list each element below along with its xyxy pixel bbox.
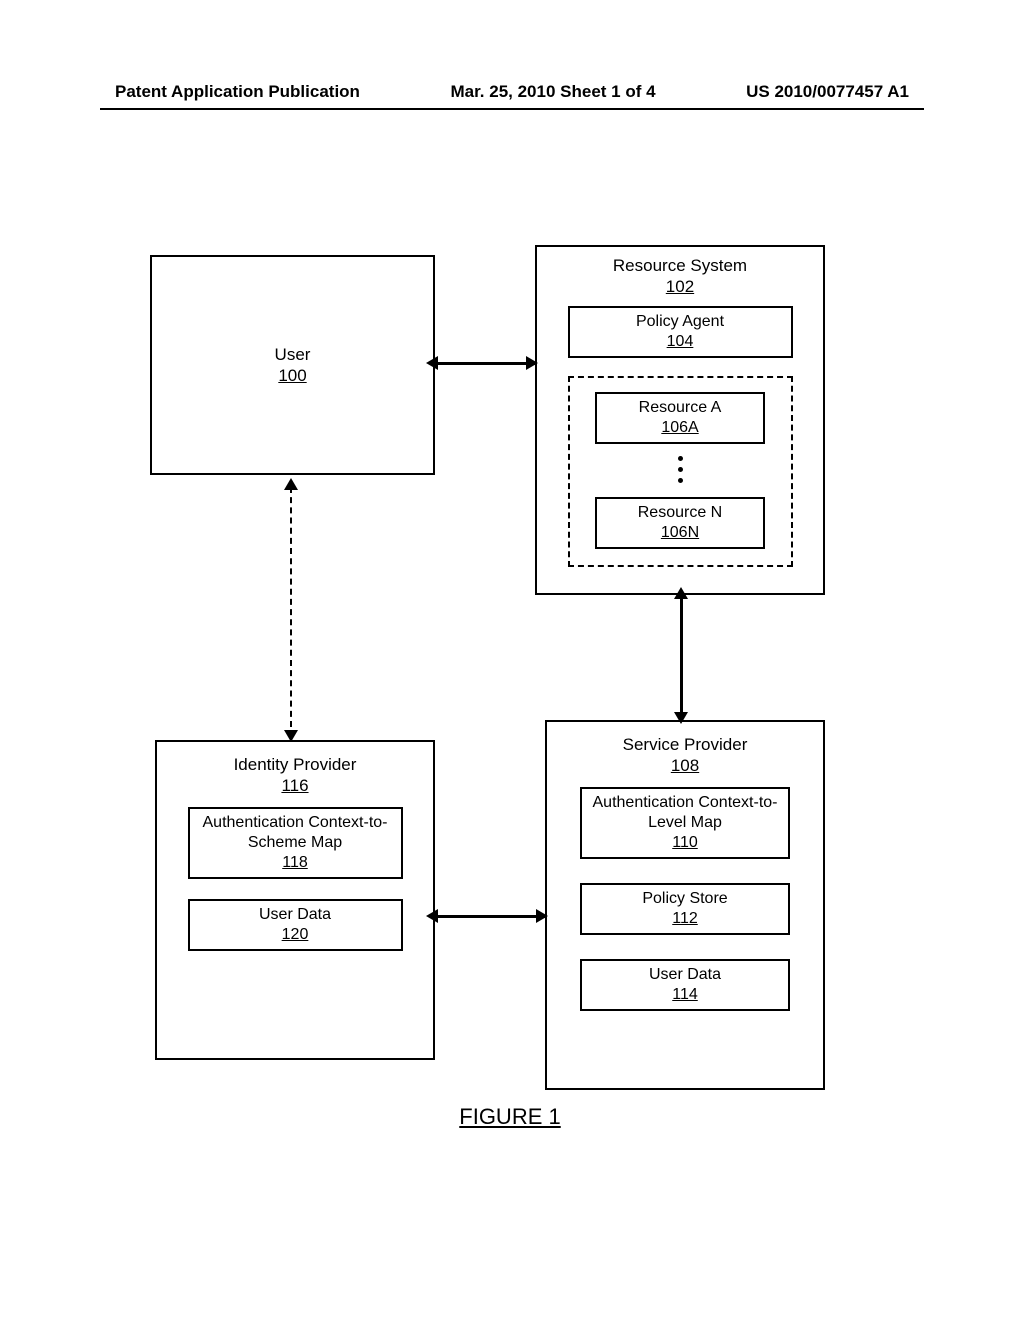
header-center: Mar. 25, 2010 Sheet 1 of 4 [451,82,656,102]
page-header: Patent Application Publication Mar. 25, … [0,82,1024,108]
diagram: User 100 Resource System 102 Policy Agen… [150,240,870,1120]
idp-user-data-box: User Data 120 [188,899,403,951]
vertical-ellipsis-icon [678,456,683,483]
figure-caption: FIGURE 1 [150,1104,870,1130]
policy-agent-box: Policy Agent 104 [568,306,793,358]
user-box: User 100 [150,255,435,475]
arrow-user-idp-dashed [290,487,292,727]
arrowhead-icon [284,730,298,742]
service-provider-box: Service Provider 108 Authentication Cont… [545,720,825,1090]
service-provider-label: Service Provider 108 [623,734,748,777]
resource-system-label: Resource System 102 [613,255,747,298]
sp-policy-store-box: Policy Store 112 [580,883,790,935]
arrow-resource-service [680,595,683,720]
resource-a-box: Resource A 106A [595,392,765,444]
arrowhead-icon [674,587,688,599]
arrowhead-icon [526,356,538,370]
idp-auth-map-box: Authentication Context-to-Scheme Map 118 [188,807,403,879]
arrowhead-icon [426,356,438,370]
arrow-user-resource [435,362,535,365]
resources-group: Resource A 106A Resource N 106N [568,376,793,567]
arrowhead-icon [536,909,548,923]
header-right: US 2010/0077457 A1 [746,82,909,102]
resource-n-box: Resource N 106N [595,497,765,549]
identity-provider-label: Identity Provider 116 [234,754,357,797]
sp-auth-map-box: Authentication Context-to-Level Map 110 [580,787,790,859]
arrowhead-icon [426,909,438,923]
resource-system-box: Resource System 102 Policy Agent 104 Res… [535,245,825,595]
arrow-idp-sp [435,915,545,918]
arrowhead-icon [284,478,298,490]
sp-user-data-box: User Data 114 [580,959,790,1011]
arrowhead-icon [674,712,688,724]
user-label: User 100 [275,344,311,387]
identity-provider-box: Identity Provider 116 Authentication Con… [155,740,435,1060]
header-left: Patent Application Publication [115,82,360,102]
header-rule [100,108,924,110]
